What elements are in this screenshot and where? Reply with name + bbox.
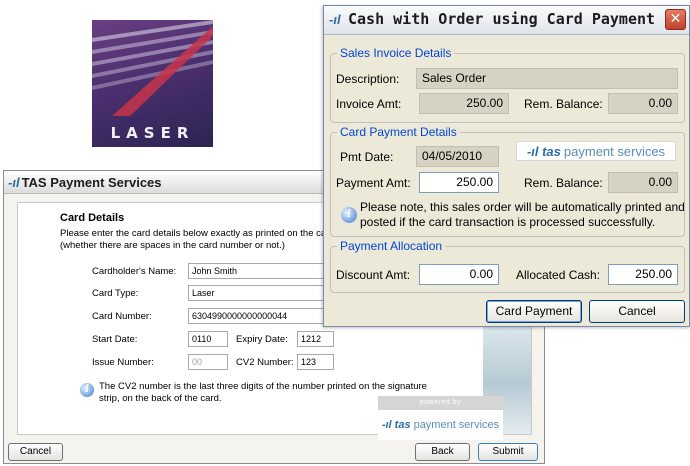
tas-app-icon: -ıl — [8, 174, 20, 190]
tas-window-title: TAS Payment Services — [21, 174, 162, 190]
card-rem-balance-label: Rem. Balance: — [524, 176, 603, 190]
expiry-date-label: Expiry Date: — [236, 334, 288, 345]
sales-invoice-details-title: Sales Invoice Details — [337, 46, 455, 61]
card-type-label: Card Type: — [92, 288, 139, 299]
tas-app-icon: -ıl — [329, 12, 341, 27]
pmt-date-label: Pmt Date: — [340, 150, 394, 164]
dialog-title: Cash with Order using Card Payment — [348, 10, 656, 28]
card-details-instructions: Please enter the card details below exac… — [60, 228, 335, 251]
laser-wordmark: LASER — [110, 124, 195, 142]
discount-amt-input[interactable]: 0.00 — [419, 264, 499, 285]
start-date-input[interactable]: 0110 — [188, 331, 228, 347]
dialog-cancel-button[interactable]: Cancel — [589, 300, 685, 323]
tas-payment-services-logo: -ıl tas payment services — [378, 410, 503, 440]
invoice-rem-balance-field: 0.00 — [608, 93, 678, 114]
dialog-titlebar: -ıl Cash with Order using Card Payment ✕ — [324, 6, 689, 35]
discount-amt-label: Discount Amt: — [336, 268, 411, 282]
cv2-number-input[interactable]: 123 — [297, 354, 334, 370]
allocated-cash-label: Allocated Cash: — [516, 268, 601, 282]
description-field: Sales Order — [416, 68, 678, 89]
card-rem-balance-field: 0.00 — [608, 172, 678, 193]
tas-payment-services-logo: -ıl tas payment services — [516, 141, 676, 161]
card-details-heading: Card Details — [60, 212, 125, 224]
close-icon[interactable]: ✕ — [665, 9, 686, 30]
issue-number-input[interactable]: 00 — [188, 354, 228, 370]
payment-amt-input[interactable]: 250.00 — [419, 172, 499, 193]
allocated-cash-input[interactable]: 250.00 — [608, 264, 678, 285]
tas-brand-name: payment services — [413, 419, 500, 431]
issue-number-label: Issue Number: — [92, 357, 154, 368]
auto-post-note: Please note, this sales order will be au… — [360, 200, 685, 229]
payment-amt-label: Payment Amt: — [336, 176, 411, 190]
invoice-rem-balance-label: Rem. Balance: — [524, 97, 603, 111]
card-number-label: Card Number: — [92, 311, 152, 322]
payment-allocation-title: Payment Allocation — [337, 239, 446, 254]
laser-stripes-graphic — [92, 20, 213, 116]
cardholder-label: Cardholder's Name: — [92, 266, 177, 277]
card-payment-button[interactable]: Card Payment — [486, 300, 582, 323]
tas-cancel-button[interactable]: Cancel — [8, 443, 63, 461]
card-payment-details-title: Card Payment Details — [337, 125, 460, 140]
powered-by-badge: powered by -ıl tas payment services — [378, 396, 503, 440]
pmt-date-field: 04/05/2010 — [416, 146, 499, 167]
invoice-amt-field: 250.00 — [419, 93, 509, 114]
tas-brand-name: payment services — [563, 143, 666, 159]
info-icon: i — [80, 383, 94, 397]
back-button[interactable]: Back — [415, 443, 470, 461]
cv2-number-label: CV2 Number: — [236, 357, 294, 368]
tas-brand-mark: -ıl tas — [526, 143, 561, 159]
powered-by-label: powered by — [378, 396, 503, 410]
expiry-date-input[interactable]: 1212 — [297, 331, 334, 347]
laser-logo: LASER — [92, 20, 213, 147]
submit-button[interactable]: Submit — [478, 443, 538, 461]
info-icon: i — [341, 207, 357, 223]
cash-with-order-dialog: -ıl Cash with Order using Card Payment ✕… — [323, 5, 690, 327]
description-label: Description: — [336, 72, 400, 86]
start-date-label: Start Date: — [92, 334, 138, 345]
invoice-amt-label: Invoice Amt: — [336, 97, 402, 111]
tas-brand-mark: -ıl tas — [381, 419, 411, 431]
